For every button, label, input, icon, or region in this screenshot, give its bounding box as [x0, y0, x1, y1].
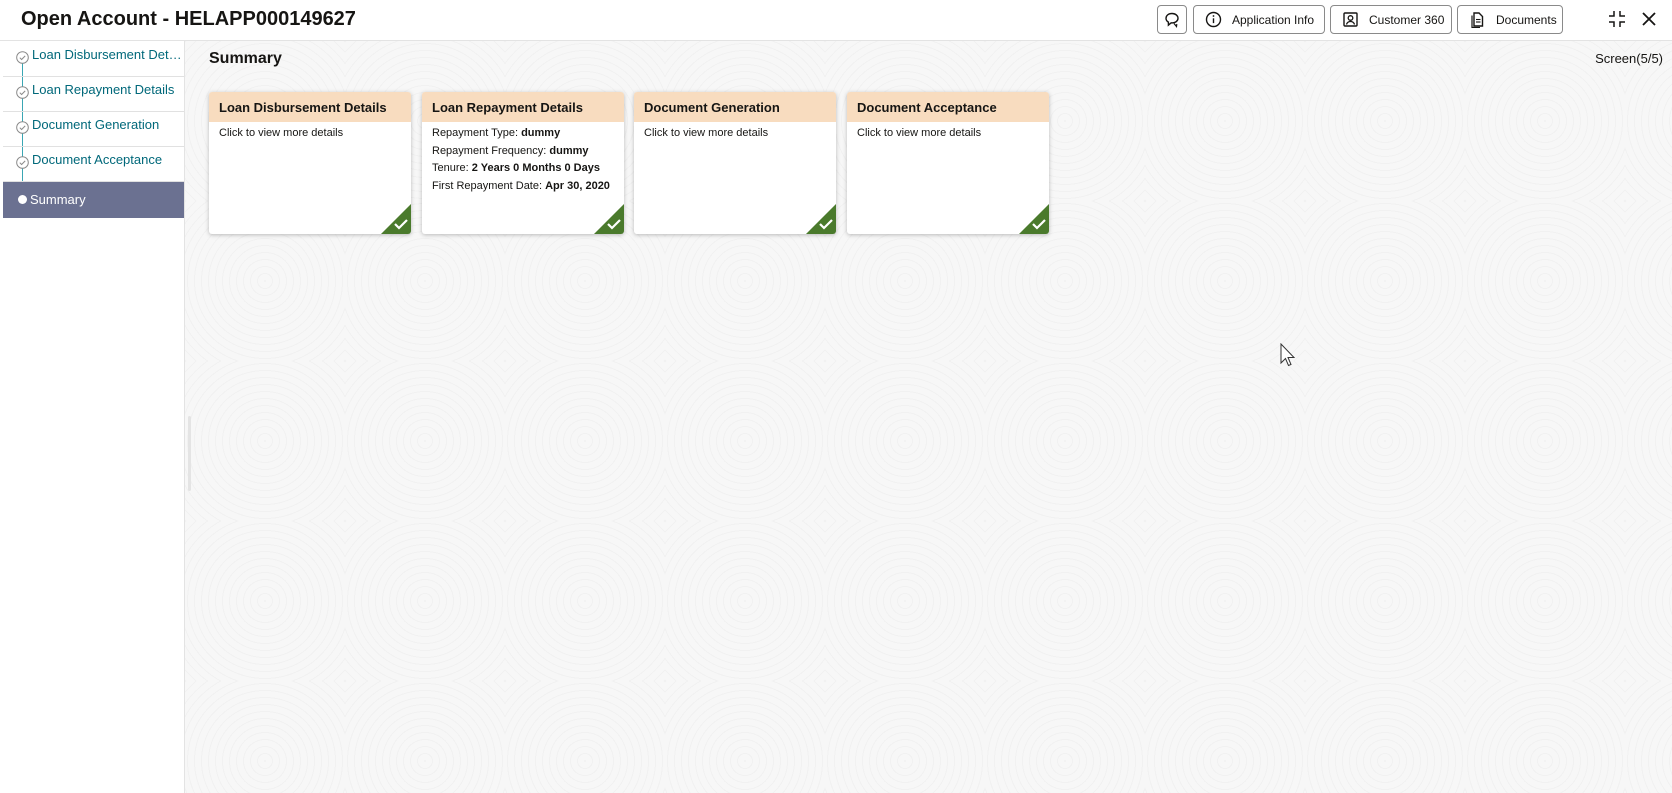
sidebar-item-summary[interactable]: Summary — [3, 182, 184, 218]
sidebar-item-document-generation[interactable]: Document Generation — [3, 111, 184, 147]
field-label: First Repayment Date: — [432, 179, 543, 192]
summary-card-document-generation[interactable]: Document Generation Click to view more d… — [634, 92, 836, 234]
field-value: 2 Years 0 Months 0 Days — [471, 162, 600, 174]
mouse-cursor-icon — [1280, 343, 1296, 367]
completed-check-icon — [16, 86, 29, 102]
card-title: Document Generation — [634, 92, 836, 122]
minimize-icon[interactable] — [1606, 8, 1628, 30]
main-content: Summary Screen(5/5) Loan Disbursement De… — [185, 41, 1672, 793]
application-info-label: Application Info — [1232, 12, 1315, 27]
field-label: Repayment Frequency: — [432, 144, 547, 157]
card-body-text: Click to view more details — [857, 127, 982, 139]
completed-badge-icon — [1019, 204, 1049, 234]
summary-card-loan-disbursement[interactable]: Loan Disbursement Details Click to view … — [209, 92, 411, 234]
app-header: Open Account - HELAPP000149627 Applicati… — [0, 0, 1672, 41]
sidebar-item-label: Summary — [30, 192, 86, 207]
completed-badge-icon — [594, 204, 624, 234]
chat-bubble-icon — [1163, 11, 1181, 29]
sidebar-item-label: Document Acceptance — [32, 152, 163, 167]
page-title: Open Account - HELAPP000149627 — [21, 8, 356, 30]
customer-360-label: Customer 360 — [1369, 12, 1445, 27]
card-field-repayment-frequency: Repayment Frequency: dummy — [432, 143, 614, 161]
card-field-first-repayment-date: First Repayment Date: Apr 30, 2020 — [432, 178, 614, 196]
card-title: Loan Disbursement Details — [209, 92, 411, 122]
card-body-text: Click to view more details — [219, 127, 344, 139]
card-title: Document Acceptance — [847, 92, 1049, 122]
document-icon — [1469, 11, 1486, 28]
active-step-dot-icon — [18, 195, 27, 204]
sidebar-item-label: Loan Disbursement Details — [32, 47, 182, 62]
completed-badge-icon — [806, 204, 836, 234]
application-info-button[interactable]: Application Info — [1193, 5, 1325, 34]
close-icon[interactable] — [1638, 8, 1660, 30]
documents-button[interactable]: Documents — [1457, 5, 1563, 34]
field-label: Repayment Type: — [432, 127, 519, 139]
completed-check-icon — [16, 156, 29, 172]
sidebar-item-label: Loan Repayment Details — [32, 82, 175, 97]
sidebar-item-label: Document Generation — [32, 117, 160, 132]
sidebar-resize-handle[interactable] — [188, 416, 191, 491]
field-label: Tenure: — [432, 162, 469, 174]
section-title: Summary — [209, 50, 282, 67]
documents-label: Documents — [1496, 12, 1557, 27]
sidebar-item-document-acceptance[interactable]: Document Acceptance — [3, 146, 184, 182]
customer-360-button[interactable]: Customer 360 — [1330, 5, 1452, 34]
card-title: Loan Repayment Details — [422, 92, 624, 122]
step-navigation: Loan Disbursement Details Loan Repayment… — [0, 41, 185, 793]
sidebar-item-loan-repayment-details[interactable]: Loan Repayment Details — [3, 76, 184, 112]
screen-counter: Screen(5/5) — [1595, 51, 1663, 66]
contact-card-icon — [1342, 11, 1359, 28]
field-value: dummy — [521, 127, 561, 139]
info-icon — [1205, 11, 1222, 28]
summary-card-document-acceptance[interactable]: Document Acceptance Click to view more d… — [847, 92, 1049, 234]
card-field-repayment-type: Repayment Type: dummy — [432, 125, 614, 143]
completed-check-icon — [16, 51, 29, 67]
chat-button[interactable] — [1157, 5, 1187, 34]
field-value: Apr 30, 2020 — [545, 179, 610, 192]
completed-check-icon — [16, 121, 29, 137]
card-body-text: Click to view more details — [644, 127, 769, 139]
sidebar-item-loan-disbursement-details[interactable]: Loan Disbursement Details — [3, 41, 184, 77]
summary-card-loan-repayment[interactable]: Loan Repayment Details Repayment Type: d… — [422, 92, 624, 234]
completed-badge-icon — [381, 204, 411, 234]
card-field-tenure: Tenure: 2 Years 0 Months 0 Days — [432, 160, 614, 178]
field-value: dummy — [549, 144, 589, 157]
